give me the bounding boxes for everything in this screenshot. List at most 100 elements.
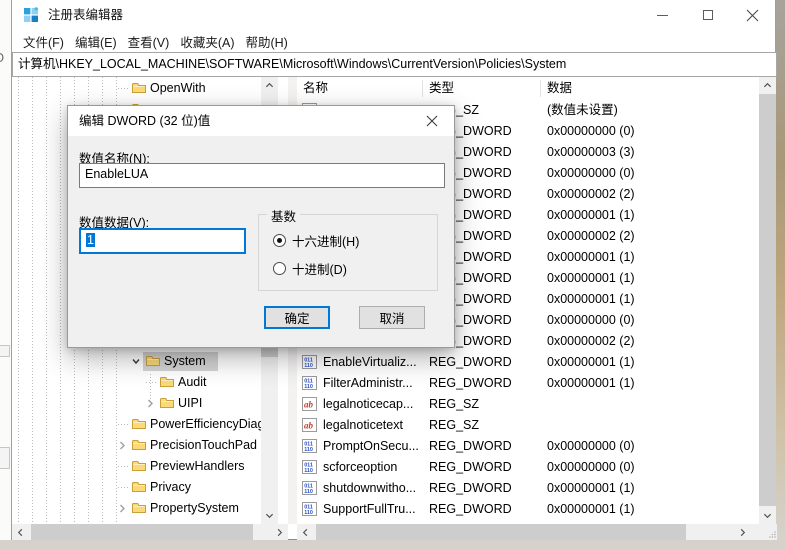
list-horizontal-scrollbar[interactable] <box>297 524 768 540</box>
value-type: REG_DWORD <box>429 499 512 520</box>
menu-view[interactable]: 查看(V) <box>128 32 170 51</box>
tree-item-privacy[interactable]: Privacy <box>12 477 278 498</box>
value-row-legalnoticetext[interactable]: ablegalnoticetextREG_SZ <box>297 415 759 436</box>
close-button[interactable] <box>730 0 775 30</box>
reg-dword-icon: 011 110 <box>302 460 318 474</box>
value-data: 0x00000001 (1) <box>547 289 635 310</box>
value-name: EnableVirtualiz... <box>323 352 423 373</box>
value-row-scforceoption[interactable]: 011 110scforceoptionREG_DWORD0x00000000 … <box>297 457 759 478</box>
menu-edit[interactable]: 编辑(E) <box>75 32 117 51</box>
tree-item-openwith[interactable]: OpenWith <box>12 78 278 99</box>
window-title: 注册表编辑器 <box>48 0 123 30</box>
folder-icon <box>132 418 146 430</box>
list-hscrollbar-thumb[interactable] <box>316 524 686 540</box>
scroll-up-icon[interactable] <box>261 77 278 94</box>
tree-item-precisiontouchpad[interactable]: PrecisionTouchPad <box>12 435 278 456</box>
svg-text:110: 110 <box>304 468 313 474</box>
value-row-promptonsecu[interactable]: 011 110PromptOnSecu...REG_DWORD0x0000000… <box>297 436 759 457</box>
reg-sz-icon: ab <box>302 397 318 411</box>
value-row-legalnoticecap[interactable]: ablegalnoticecap...REG_SZ <box>297 394 759 415</box>
scroll-right-icon[interactable] <box>271 524 288 540</box>
value-type: REG_DWORD <box>429 457 512 478</box>
resize-grip[interactable] <box>768 524 777 540</box>
value-data: 0x00000002 (2) <box>547 226 635 247</box>
svg-text:ab: ab <box>304 400 314 410</box>
value-data: 0x00000000 (0) <box>547 163 635 184</box>
list-header: 名称 类型 数据 <box>297 77 759 100</box>
scroll-up-icon[interactable] <box>759 77 776 94</box>
maximize-button[interactable] <box>685 0 730 30</box>
list-vertical-scrollbar[interactable] <box>759 77 776 524</box>
list-scrollbar-thumb[interactable] <box>759 94 776 506</box>
minimize-button[interactable] <box>640 0 685 30</box>
reg-sz-icon: ab <box>302 418 318 432</box>
value-data: 0x00000001 (1) <box>547 268 635 289</box>
svg-text:110: 110 <box>304 384 313 390</box>
value-row-enablevirtualiz[interactable]: 011 110EnableVirtualiz...REG_DWORD0x0000… <box>297 352 759 373</box>
menu-help[interactable]: 帮助(H) <box>245 32 287 51</box>
value-row-filteradministr[interactable]: 011 110FilterAdministr...REG_DWORD0x0000… <box>297 373 759 394</box>
value-name: scforceoption <box>323 457 423 478</box>
column-separator[interactable] <box>422 80 423 97</box>
menu-file[interactable]: 文件(F) <box>23 32 64 51</box>
tree-item-propertysystem[interactable]: PropertySystem <box>12 498 278 519</box>
tree-item-uipi[interactable]: UIPI <box>12 393 278 414</box>
value-type: REG_DWORD <box>429 436 512 457</box>
column-separator[interactable] <box>540 80 541 97</box>
address-bar[interactable]: 计算机\HKEY_LOCAL_MACHINE\SOFTWARE\Microsof… <box>12 52 777 77</box>
value-data: 0x00000001 (1) <box>547 352 635 373</box>
menu-bar: 文件(F) 编辑(E) 查看(V) 收藏夹(A) 帮助(H) <box>12 30 775 52</box>
menu-favorites[interactable]: 收藏夹(A) <box>180 32 234 51</box>
cancel-button[interactable]: 取消 <box>359 306 425 329</box>
svg-text:110: 110 <box>304 447 313 453</box>
value-row-shutdownwitho[interactable]: 011 110shutdownwitho...REG_DWORD0x000000… <box>297 478 759 499</box>
scroll-left-icon[interactable] <box>297 524 314 540</box>
dialog-close-button[interactable] <box>409 106 454 136</box>
value-data: 0x00000001 (1) <box>547 247 635 268</box>
tree-hscrollbar-thumb[interactable] <box>31 524 253 540</box>
ok-button[interactable]: 确定 <box>264 306 330 329</box>
value-data: (数值未设置) <box>547 100 618 121</box>
reg-dword-icon: 011 110 <box>302 481 318 495</box>
chevron-right-icon[interactable] <box>116 502 128 514</box>
column-header-type[interactable]: 类型 <box>429 77 454 99</box>
value-data-input[interactable]: 1 <box>79 228 246 254</box>
value-data: 0x00000002 (2) <box>547 184 635 205</box>
tree-item-label: OpenWith <box>150 78 206 99</box>
tree-item-label: PropertySystem <box>150 498 239 519</box>
svg-text:ab: ab <box>304 421 314 431</box>
reg-dword-icon: 011 110 <box>302 502 318 516</box>
scroll-left-icon[interactable] <box>12 524 29 540</box>
dialog-title-bar: 编辑 DWORD (32 位)值 <box>68 106 454 136</box>
selected-text: 1 <box>86 233 95 247</box>
tree-connector <box>118 424 130 425</box>
reg-dword-icon: 011 110 <box>302 376 318 390</box>
tree-item-previewhandlers[interactable]: PreviewHandlers <box>12 456 278 477</box>
column-header-name[interactable]: 名称 <box>303 77 328 99</box>
tree-item-powerefficiencydiagno[interactable]: PowerEfficiencyDiagno <box>12 414 278 435</box>
radio-decimal[interactable]: 十进制(D) <box>273 261 347 275</box>
radio-hexadecimal[interactable]: 十六进制(H) <box>273 233 359 247</box>
tree-horizontal-scrollbar[interactable] <box>12 524 288 540</box>
scroll-down-icon[interactable] <box>261 507 278 524</box>
svg-text:110: 110 <box>304 363 313 369</box>
tree-item-label: System <box>164 351 206 372</box>
chevron-right-icon[interactable] <box>116 439 128 451</box>
value-name-input[interactable]: EnableLUA <box>79 163 445 188</box>
folder-icon <box>146 355 160 367</box>
edit-dword-dialog: 编辑 DWORD (32 位)值 数值名称(N): EnableLUA 数值数据… <box>67 105 455 348</box>
scroll-down-icon[interactable] <box>759 507 776 524</box>
tree-item-system[interactable]: System <box>12 351 278 372</box>
scroll-right-icon[interactable] <box>734 524 751 540</box>
chevron-right-icon[interactable] <box>144 397 156 409</box>
value-row-supportfulltru[interactable]: 011 110SupportFullTru...REG_DWORD0x00000… <box>297 499 759 520</box>
tree-item-label: PreviewHandlers <box>150 456 244 477</box>
background-window-fragment: O <box>0 50 4 65</box>
reg-dword-icon: 011 110 <box>302 439 318 453</box>
column-header-data[interactable]: 数据 <box>547 77 572 99</box>
tree-item-audit[interactable]: Audit <box>12 372 278 393</box>
base-group-label: 基数 <box>267 206 300 225</box>
background-window-fragment-box <box>0 345 10 357</box>
tree-item-label: UIPI <box>178 393 202 414</box>
chevron-down-icon[interactable] <box>130 355 142 367</box>
